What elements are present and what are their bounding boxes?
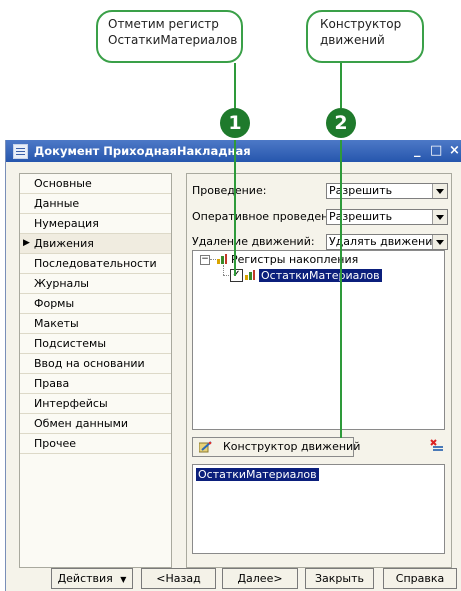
close-button[interactable]: × xyxy=(449,143,460,158)
tree-collapse-icon[interactable]: − xyxy=(200,255,210,265)
sidebar-item-rights[interactable]: Права xyxy=(20,374,171,394)
sidebar-item-input-based-on[interactable]: Ввод на основании xyxy=(20,354,171,374)
current-item-arrow-icon: ▶ xyxy=(23,238,30,248)
sidebar-item-subsystems[interactable]: Подсистемы xyxy=(20,334,171,354)
sidebar-item-interfaces[interactable]: Интерфейсы xyxy=(20,394,171,414)
sidebar-item-label: Движения xyxy=(34,237,94,250)
sidebar-item-data[interactable]: Данные xyxy=(20,194,171,214)
delete-movements-select-value: Удалять движения автоматически xyxy=(329,235,433,248)
sidebar-item-other[interactable]: Прочее xyxy=(20,434,171,454)
callout-2-bubble: Конструктор движений xyxy=(306,10,424,63)
sidebar-item-label: Последовательности xyxy=(34,257,157,270)
sidebar-item-label: Права xyxy=(34,377,70,390)
sidebar-item-label: Данные xyxy=(34,197,80,210)
callout-2-connector-top xyxy=(340,63,342,108)
sidebar-item-label: Прочее xyxy=(34,437,77,450)
sidebar-item-data-exchange[interactable]: Обмен данными xyxy=(20,414,171,434)
chevron-down-icon[interactable] xyxy=(432,184,447,198)
sidebar-item-label: Нумерация xyxy=(34,217,99,230)
register-icon xyxy=(244,269,256,281)
callout-1-number-badge: 1 xyxy=(220,108,250,138)
sidebar-item-forms[interactable]: Формы xyxy=(20,294,171,314)
delete-movements-select[interactable]: Удалять движения автоматически xyxy=(326,234,448,250)
document-icon xyxy=(13,144,28,159)
posting-label: Проведение: xyxy=(192,184,267,197)
sidebar-item-label: Макеты xyxy=(34,317,79,330)
callout-2-connector-bottom xyxy=(340,140,342,438)
tree-register-item[interactable]: ОстаткиМатериалов xyxy=(259,269,382,282)
sidebar-item-movements[interactable]: ▶ Движения xyxy=(20,234,171,254)
callout-2-line-1: Конструктор xyxy=(320,17,402,31)
chevron-down-icon[interactable] xyxy=(432,210,447,224)
movements-panel: Проведение: Разрешить Оперативное провед… xyxy=(186,173,452,568)
tree-dotted-line-v xyxy=(223,265,224,275)
actions-button[interactable]: Действия ▼ xyxy=(51,568,133,589)
sidebar-item-templates[interactable]: Макеты xyxy=(20,314,171,334)
close-dialog-button[interactable]: Закрыть xyxy=(305,568,374,589)
constructor-button-label: Конструктор движений xyxy=(223,440,361,453)
posting-select-value: Разрешить xyxy=(329,184,393,197)
list-item[interactable]: ОстаткиМатериалов xyxy=(196,468,319,481)
sidebar-item-journals[interactable]: Журналы xyxy=(20,274,171,294)
realtime-posting-select[interactable]: Разрешить xyxy=(326,209,448,225)
chevron-down-icon[interactable] xyxy=(432,235,447,249)
sidebar-item-label: Журналы xyxy=(34,277,89,290)
register-checkbox[interactable]: ✓ xyxy=(230,269,243,282)
window-title: Документ ПриходнаяНакладная xyxy=(34,144,251,158)
actions-button-label: Действия xyxy=(57,572,113,585)
sidebar-item-basic[interactable]: Основные xyxy=(20,174,171,194)
callout-2-number-badge: 2 xyxy=(326,108,356,138)
delete-movements-label: Удаление движений: xyxy=(192,235,315,248)
posting-select[interactable]: Разрешить xyxy=(326,183,448,199)
callout-1-line-1: Отметим регистр xyxy=(108,17,219,31)
callout-2-line-2: движений xyxy=(320,33,385,47)
back-button[interactable]: <Назад xyxy=(141,568,216,589)
document-window: Документ ПриходнаяНакладная _ □ × Основн… xyxy=(5,140,461,591)
realtime-posting-label: Оперативное проведение: xyxy=(192,210,346,223)
next-button[interactable]: Далее> xyxy=(222,568,298,589)
minimize-button[interactable]: _ xyxy=(414,143,421,158)
tree-dotted-line-h2 xyxy=(223,275,229,276)
sidebar-item-label: Обмен данными xyxy=(34,417,129,430)
sidebar-item-label: Подсистемы xyxy=(34,337,107,350)
accumulation-registers-icon xyxy=(216,253,228,265)
sidebar-item-label: Ввод на основании xyxy=(34,357,145,370)
callout-1-connector-top xyxy=(234,63,236,108)
callout-1-connector-bottom xyxy=(234,140,236,276)
sidebar-item-label: Интерфейсы xyxy=(34,397,108,410)
constructor-wand-icon xyxy=(198,441,212,453)
help-button[interactable]: Справка xyxy=(383,568,457,589)
callout-1-line-2: ОстаткиМатериалов xyxy=(108,33,238,47)
sidebar-item-label: Основные xyxy=(34,177,92,190)
sidebar: Основные Данные Нумерация ▶ Движения Пос… xyxy=(19,173,172,568)
registers-tree: − Регистры накопления ✓ ОстаткиМатериало… xyxy=(192,250,445,430)
sidebar-item-numbering[interactable]: Нумерация xyxy=(20,214,171,234)
chevron-down-icon: ▼ xyxy=(120,575,127,584)
maximize-button[interactable]: □ xyxy=(430,143,442,158)
registers-list: ОстаткиМатериалов xyxy=(192,464,445,554)
realtime-posting-select-value: Разрешить xyxy=(329,210,393,223)
sidebar-item-sequences[interactable]: Последовательности xyxy=(20,254,171,274)
clear-list-icon[interactable] xyxy=(430,439,444,453)
callout-1-bubble: Отметим регистр ОстаткиМатериалов xyxy=(96,10,243,63)
sidebar-item-label: Формы xyxy=(34,297,75,310)
movements-constructor-button[interactable]: Конструктор движений xyxy=(192,437,360,457)
